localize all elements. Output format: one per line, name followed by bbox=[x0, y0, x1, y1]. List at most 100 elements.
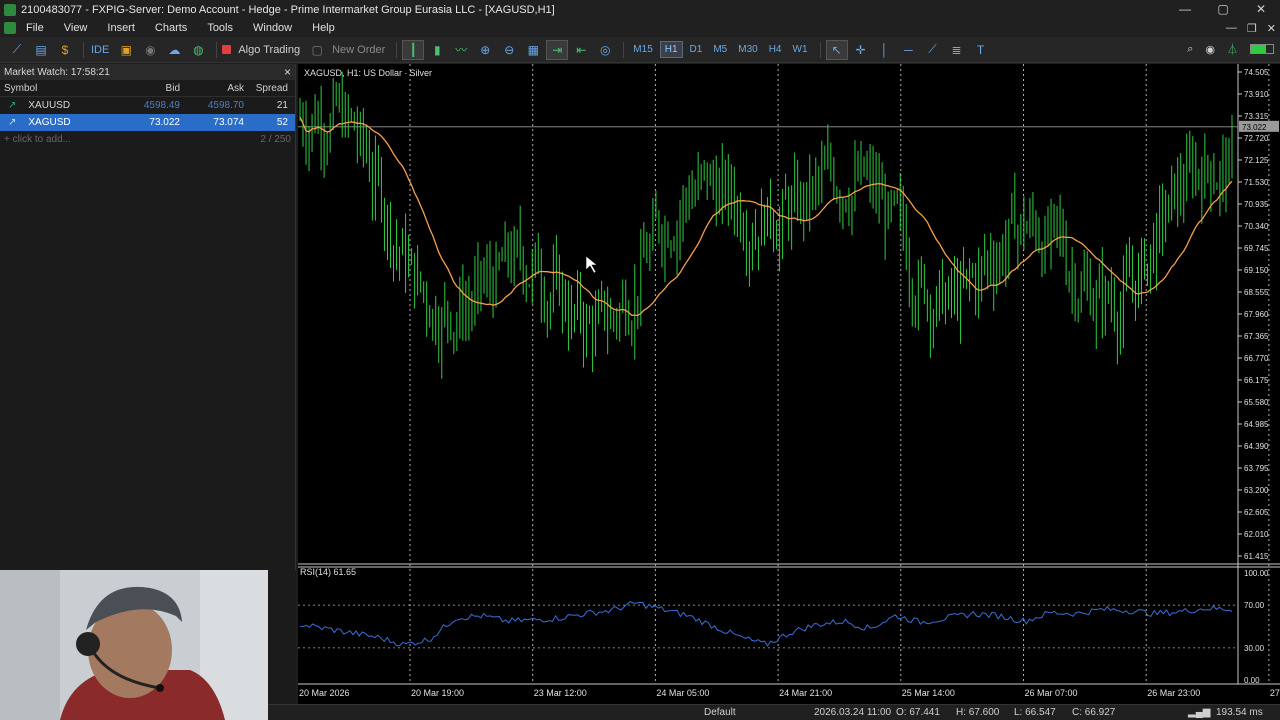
mdi-close-icon[interactable]: ✕ bbox=[1267, 22, 1276, 35]
candlestick-icon[interactable]: ▮ bbox=[426, 40, 448, 60]
column-ask[interactable]: Ask bbox=[184, 83, 248, 94]
signal-strength-icon: ⏃ bbox=[1227, 44, 1238, 56]
cloud-icon[interactable]: ☁ bbox=[163, 40, 185, 60]
mdi-minimize-icon[interactable]: — bbox=[1226, 22, 1237, 35]
status-profile[interactable]: Default bbox=[704, 707, 736, 718]
autoscroll-icon[interactable]: ⇥ bbox=[546, 39, 569, 60]
chart-canvas[interactable]: 20 Mar 2026 20 Mar 19:00 23 Mar 12:00 24 Ma… bbox=[298, 64, 1280, 704]
bar-chart-icon[interactable]: ┃ bbox=[402, 39, 425, 60]
trendline-icon[interactable]: ⟋ bbox=[922, 40, 944, 60]
time-tick-label: 25 Mar 14:00 bbox=[902, 688, 955, 698]
price-tick-label: 64.390 bbox=[1244, 442, 1269, 451]
price-tick-label: 72.720 bbox=[1244, 134, 1269, 143]
mdi-restore-icon[interactable]: ❐ bbox=[1247, 22, 1257, 35]
new-order-button[interactable]: New Order bbox=[332, 44, 385, 56]
column-spread[interactable]: Spread bbox=[248, 83, 292, 94]
menu-tools[interactable]: Tools bbox=[207, 22, 233, 34]
status-open: O: 67.441 bbox=[896, 707, 940, 718]
price-tick-label: 74.505 bbox=[1244, 68, 1269, 77]
table-row[interactable]: ↗ XAUUSD 4598.49 4598.70 21 bbox=[0, 97, 295, 114]
menu-charts[interactable]: Charts bbox=[155, 22, 187, 34]
column-symbol[interactable]: Symbol bbox=[0, 83, 124, 94]
account-icon[interactable]: ◉ bbox=[1205, 43, 1215, 56]
price-tick-label: 70.340 bbox=[1244, 222, 1269, 231]
market-watch-close-icon[interactable]: × bbox=[284, 65, 291, 79]
globe-icon[interactable]: ◍ bbox=[187, 40, 209, 60]
line-chart-icon[interactable]: 〰 bbox=[450, 40, 472, 60]
menu-insert[interactable]: Insert bbox=[107, 22, 135, 34]
timeframe-d1[interactable]: D1 bbox=[686, 42, 707, 57]
price-tick-label: 73.315 bbox=[1244, 112, 1269, 121]
menu-view[interactable]: View bbox=[64, 22, 88, 34]
panel-filler bbox=[268, 570, 296, 720]
toolbar-separator bbox=[819, 41, 821, 58]
toolbar: ⟋ ▤ $ IDE ▣ ◉ ☁ ◍ Algo Trading ▢ New Ord… bbox=[0, 37, 1280, 63]
spread-cell: 21 bbox=[276, 100, 288, 111]
timeframe-m15[interactable]: M15 bbox=[629, 42, 656, 57]
timeframe-h4[interactable]: H4 bbox=[765, 42, 786, 57]
chart-shift-icon[interactable]: ⇤ bbox=[570, 40, 592, 60]
webcam-overlay bbox=[0, 570, 268, 720]
status-low: L: 66.547 bbox=[1014, 707, 1056, 718]
price-tick-label: 62.010 bbox=[1244, 530, 1269, 539]
grid-icon[interactable]: ▦ bbox=[522, 40, 544, 60]
maximize-icon[interactable]: ▢ bbox=[1204, 0, 1242, 19]
time-tick-label: 26 Mar 23:00 bbox=[1147, 688, 1200, 698]
price-tick-label: 66.770 bbox=[1244, 354, 1269, 363]
screenshot-icon[interactable]: ◎ bbox=[594, 40, 616, 60]
market-icon[interactable]: $ bbox=[54, 40, 76, 60]
fibonacci-icon[interactable]: ≣ bbox=[946, 40, 968, 60]
toolbar-right: ⌕ ◉ ⏃ bbox=[1187, 41, 1274, 57]
timeframe-m5[interactable]: M5 bbox=[709, 42, 731, 57]
market-watch-columns: Symbol Bid Ask Spread bbox=[0, 80, 295, 97]
spread-cell: 52 bbox=[276, 117, 288, 128]
connection-bar-icon bbox=[1250, 44, 1274, 54]
menu-window[interactable]: Window bbox=[253, 22, 292, 34]
price-tick-label: 73.910 bbox=[1244, 90, 1269, 99]
price-chart[interactable]: 20 Mar 2026 20 Mar 19:00 23 Mar 12:00 24 Ma… bbox=[298, 64, 1280, 704]
search-icon[interactable]: ⌕ bbox=[1187, 43, 1193, 56]
horizontal-line-icon[interactable]: ─ bbox=[898, 40, 920, 60]
price-tick-label: 69.150 bbox=[1244, 266, 1269, 275]
menu-help[interactable]: Help bbox=[312, 22, 335, 34]
crosshair-icon[interactable]: ✛ bbox=[850, 40, 872, 60]
algo-trading-button[interactable]: Algo Trading bbox=[238, 44, 300, 56]
trend-arrow-icon: ↗ bbox=[8, 100, 17, 111]
timeframe-h1[interactable]: H1 bbox=[659, 41, 683, 58]
vertical-line-icon[interactable]: │ bbox=[874, 40, 896, 60]
zoom-in-icon[interactable]: ⊕ bbox=[474, 40, 496, 60]
cursor-icon[interactable]: ↖ bbox=[825, 39, 848, 60]
table-row[interactable]: ↗ XAGUSD 73.022 73.074 52 bbox=[0, 114, 295, 131]
time-tick-label: 20 Mar 19:00 bbox=[411, 688, 464, 698]
menu-file[interactable]: File bbox=[26, 22, 44, 34]
text-icon[interactable]: T bbox=[970, 40, 992, 60]
app-icon bbox=[4, 3, 16, 16]
ask-cell: 73.074 bbox=[213, 117, 244, 128]
bid-cell: 73.022 bbox=[149, 117, 180, 128]
time-tick-label: 24 Mar 21:00 bbox=[779, 688, 832, 698]
webcam-image bbox=[0, 570, 268, 720]
rsi-line bbox=[299, 601, 1233, 647]
trend-arrow-icon: ↗ bbox=[8, 117, 17, 128]
timeframe-m30[interactable]: M30 bbox=[734, 42, 761, 57]
terminal-icon bbox=[4, 22, 16, 34]
minimize-icon[interactable]: — bbox=[1166, 0, 1204, 19]
zoom-out-icon[interactable]: ⊖ bbox=[498, 40, 520, 60]
signal-icon[interactable]: ◉ bbox=[139, 40, 161, 60]
chart-type-icon[interactable]: ⟋ bbox=[6, 40, 28, 60]
menu-bar: File View Insert Charts Tools Window Hel… bbox=[0, 19, 1280, 37]
timeframe-w1[interactable]: W1 bbox=[789, 42, 812, 57]
new-order-icon: ▢ bbox=[311, 42, 323, 57]
status-close: C: 66.927 bbox=[1072, 707, 1116, 718]
chart-header: XAGUSD, H1: US Dollar ∙ Silver bbox=[304, 68, 432, 78]
price-tick-label: 69.745 bbox=[1244, 244, 1269, 253]
add-symbol-row[interactable]: + click to add... 2 / 250 bbox=[0, 131, 295, 147]
chart-template-icon[interactable]: ▤ bbox=[30, 40, 52, 60]
column-bid[interactable]: Bid bbox=[124, 83, 184, 94]
current-price-label: 73.022 bbox=[1242, 123, 1267, 132]
symbol-count: 2 / 250 bbox=[260, 133, 291, 145]
price-tick-label: 63.200 bbox=[1244, 486, 1269, 495]
close-icon[interactable]: ✕ bbox=[1242, 0, 1280, 19]
ide-button[interactable]: IDE bbox=[91, 44, 109, 56]
shopping-bag-icon[interactable]: ▣ bbox=[115, 40, 137, 60]
